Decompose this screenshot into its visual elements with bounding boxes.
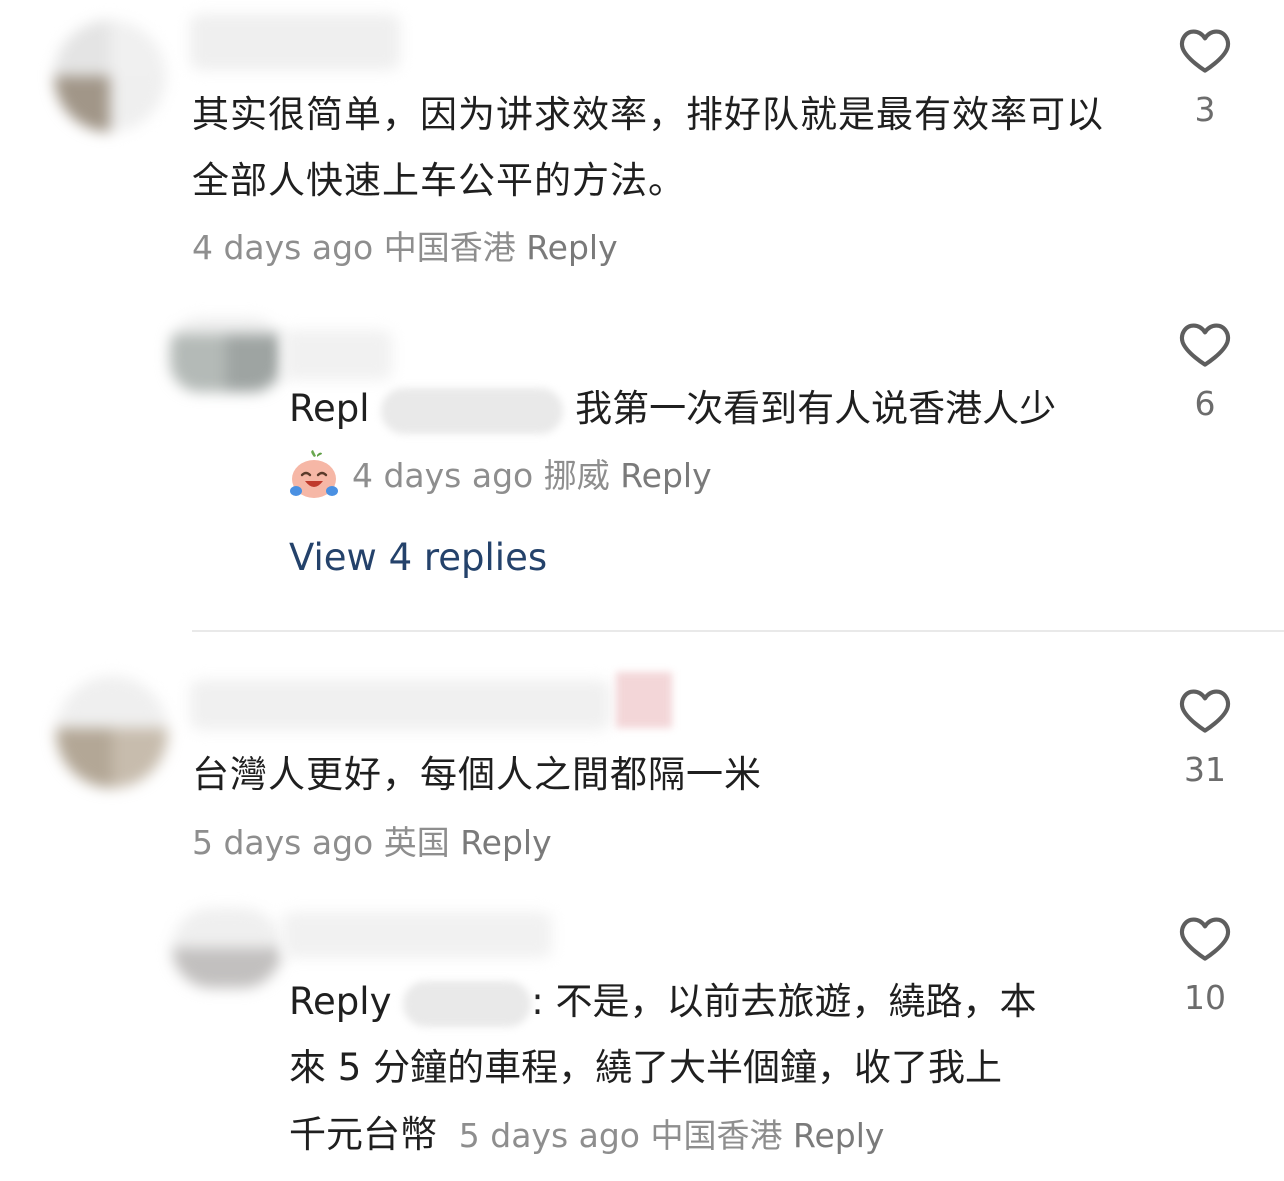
comment-text-line3: 千元台幣 5 days ago 中国香港 Reply bbox=[289, 1113, 884, 1158]
mentioned-username[interactable] bbox=[381, 387, 564, 434]
comment-text: 台灣人更好，每個人之間都隔一米 bbox=[192, 753, 762, 796]
heart-outline-icon[interactable] bbox=[1170, 914, 1240, 962]
reply-button[interactable]: Reply bbox=[793, 1116, 884, 1155]
like-count: 3 bbox=[1194, 90, 1216, 129]
comment-meta: 4 days ago 中国香港 Reply bbox=[192, 226, 618, 270]
timestamp: 5 days ago bbox=[192, 823, 374, 862]
heart-outline-icon[interactable] bbox=[1170, 686, 1240, 734]
username[interactable] bbox=[282, 330, 392, 380]
timestamp: 4 days ago bbox=[352, 456, 534, 495]
comment-text-line2: 來 5 分鐘的車程，繞了大半個鐘，收了我上 bbox=[289, 1046, 1003, 1089]
like-button[interactable]: 3 bbox=[1170, 26, 1240, 132]
avatar[interactable] bbox=[56, 676, 168, 788]
avatar[interactable] bbox=[172, 908, 282, 988]
like-count: 6 bbox=[1194, 384, 1216, 423]
divider bbox=[192, 630, 1284, 632]
comment-body: : 不是，以前去旅遊，繞路，本 bbox=[531, 980, 1037, 1023]
reply-button[interactable]: Reply bbox=[460, 823, 551, 862]
avatar[interactable] bbox=[170, 318, 282, 392]
username-badge bbox=[616, 672, 672, 728]
username[interactable] bbox=[190, 680, 610, 730]
comment-body-end: 千元台幣 bbox=[289, 1113, 437, 1156]
avatar[interactable] bbox=[54, 20, 166, 132]
comment-text: Repl 我第一次看到有人说香港人少 bbox=[289, 387, 1056, 434]
like-count: 31 bbox=[1184, 750, 1226, 789]
view-replies-button[interactable]: View 4 replies bbox=[289, 536, 547, 580]
reply-button[interactable]: Reply bbox=[620, 456, 711, 495]
heart-outline-icon[interactable] bbox=[1170, 320, 1240, 368]
location: 中国香港 bbox=[650, 1116, 783, 1155]
heart-outline-icon[interactable] bbox=[1170, 26, 1240, 74]
crying-laughing-emoji-icon bbox=[288, 449, 340, 501]
like-button[interactable]: 10 bbox=[1170, 914, 1240, 1020]
timestamp: 4 days ago bbox=[192, 228, 374, 267]
mentioned-username[interactable] bbox=[403, 980, 532, 1027]
comment-meta: 5 days ago 中国香港 Reply bbox=[459, 1116, 885, 1155]
reply-button[interactable]: Reply bbox=[526, 228, 617, 267]
like-count: 10 bbox=[1184, 978, 1226, 1017]
comments-page: 其实很简单，因为讲求效率，排好队就是最有效率可以全部人快速上车公平的方法。 4 … bbox=[0, 0, 1284, 1181]
comment-meta: 5 days ago 英国 Reply bbox=[192, 821, 552, 865]
location: 中国香港 bbox=[383, 228, 516, 267]
timestamp: 5 days ago bbox=[458, 1116, 640, 1155]
reply-prefix: Repl bbox=[289, 387, 370, 430]
comment-meta: 4 days ago 挪威 Reply bbox=[288, 449, 712, 501]
like-button[interactable]: 6 bbox=[1170, 320, 1240, 426]
location: 英国 bbox=[383, 823, 450, 862]
reply-prefix: Reply bbox=[289, 980, 392, 1023]
comment-text-line1: Reply : 不是，以前去旅遊，繞路，本 bbox=[289, 980, 1036, 1027]
comment-body: 我第一次看到有人说香港人少 bbox=[575, 387, 1057, 430]
username[interactable] bbox=[282, 912, 552, 958]
location: 挪威 bbox=[543, 456, 610, 495]
username[interactable] bbox=[190, 14, 400, 70]
comment-text: 其实很简单，因为讲求效率，排好队就是最有效率可以全部人快速上车公平的方法。 bbox=[192, 93, 1104, 202]
like-button[interactable]: 31 bbox=[1170, 686, 1240, 792]
